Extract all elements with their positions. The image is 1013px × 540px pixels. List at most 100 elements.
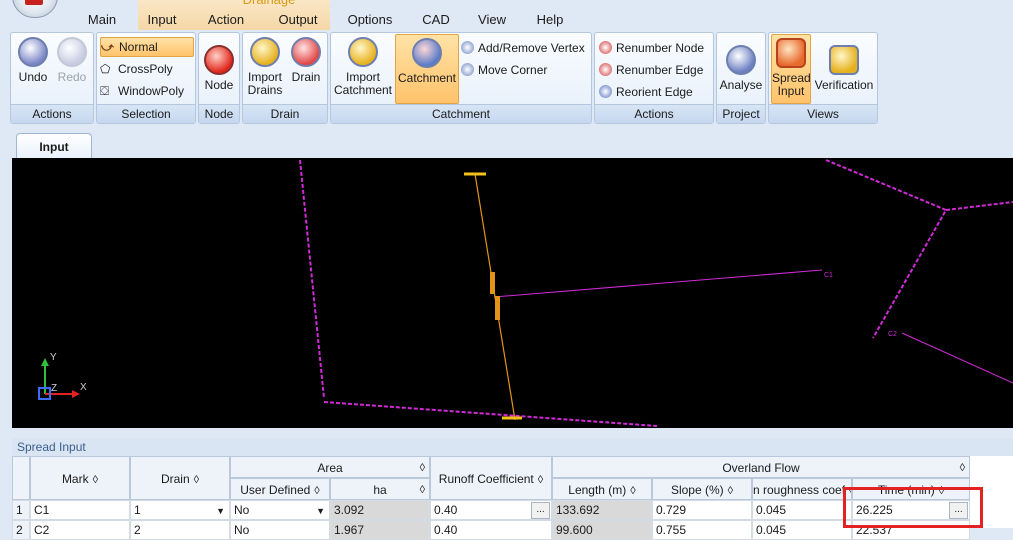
spread-input-button[interactable]: Spread Input <box>771 34 811 104</box>
group-actions-2: Renumber Node Renumber Edge Reorient Edg… <box>594 32 714 124</box>
node-button[interactable]: Node <box>201 43 237 111</box>
cell-drain[interactable]: 1 ▼ <box>130 500 230 520</box>
renumber-node-button[interactable]: Renumber Node <box>599 39 704 57</box>
catchment-flow-line-c2 <box>901 332 1013 384</box>
group-project: Analyse Project <box>716 32 766 124</box>
tab-main[interactable]: Main <box>82 10 122 30</box>
crosspoly-icon: ⬠ <box>100 62 111 76</box>
undo-icon <box>18 37 48 67</box>
group-drain: Import Drains Drain Drain <box>242 32 328 124</box>
group-catchment-label: Catchment <box>331 104 591 123</box>
group-drain-label: Drain <box>243 104 327 123</box>
header-user-defined[interactable]: User Defined ◊ <box>230 478 330 500</box>
cell-runoff[interactable]: 0.40 <box>430 520 552 540</box>
import-drains-icon <box>250 37 280 67</box>
group-project-label: Project <box>717 104 765 123</box>
group-actions: Undo Redo Actions <box>10 32 94 124</box>
renumber-node-icon <box>599 41 612 54</box>
catchment-boundary-right <box>825 159 948 339</box>
chevron-down-icon[interactable]: ▼ <box>216 502 225 519</box>
verification-button[interactable]: Verification <box>811 43 877 111</box>
import-catchment-button[interactable]: Import Catchment <box>333 35 393 103</box>
svg-text:Z: Z <box>51 383 57 394</box>
cell-runoff[interactable]: 0.40... <box>430 500 552 520</box>
analyse-button[interactable]: Analyse <box>719 43 763 111</box>
catchment-boundary-left <box>299 159 325 399</box>
catchment-boundaries <box>299 159 1013 427</box>
tab-cad[interactable]: CAD <box>418 10 454 30</box>
group-actions2-label: Actions <box>595 104 713 123</box>
group-views-label: Views <box>769 104 877 123</box>
app-menu-button[interactable] <box>12 0 58 18</box>
cell-drain[interactable]: 2 <box>130 520 230 540</box>
chevron-down-icon[interactable]: ▼ <box>316 502 325 519</box>
catchment-icon <box>412 38 442 68</box>
ribbon: Undo Redo Actions ⤻ Normal ⬠ CrossPoly ⛋ Wi… <box>10 32 879 124</box>
sort-icon: ◊ <box>92 474 99 486</box>
renumber-edge-button[interactable]: Renumber Edge <box>599 61 703 79</box>
tab-options[interactable]: Options <box>340 10 400 30</box>
undo-button[interactable]: Undo <box>14 35 52 103</box>
ellipsis-button[interactable]: ... <box>531 502 550 519</box>
move-corner-button[interactable]: Move Corner <box>461 61 547 79</box>
cell-n-roughness[interactable]: 0.045 <box>752 500 852 520</box>
tab-input-view[interactable]: Input <box>16 133 92 160</box>
sort-icon: ◊ <box>630 485 636 497</box>
tab-action[interactable]: Action <box>202 10 250 30</box>
tab-input[interactable]: Input <box>140 10 184 30</box>
cell-user-defined[interactable]: No ▼ <box>230 500 330 520</box>
cell-slope[interactable]: 0.729 <box>652 500 752 520</box>
normal-button[interactable]: ⤻ Normal <box>100 37 194 57</box>
drain-icon <box>291 37 321 67</box>
catchment-boundary-top-right <box>945 201 1013 211</box>
svg-text:Y: Y <box>50 352 57 363</box>
header-area[interactable]: Area ◊ <box>230 456 430 478</box>
windowpoly-button[interactable]: ⛋ WindowPoly <box>100 82 192 100</box>
cad-canvas[interactable]: C1 C2 Y Z X <box>12 158 1013 428</box>
header-runoff-coefficient[interactable]: Runoff Coefficient ◊ <box>430 456 552 500</box>
add-remove-vertex-button[interactable]: Add/Remove Vertex <box>461 39 585 57</box>
sort-icon: ◊ <box>959 462 965 474</box>
group-views: Spread Input Verification Views <box>768 32 878 124</box>
catchment-label-c2: C2 <box>888 331 897 338</box>
header-slope[interactable]: Slope (%) ◊ <box>652 478 752 500</box>
catchment-boundary-bottom <box>323 401 658 427</box>
cell-ha: 3.092 <box>330 500 430 520</box>
cell-mark[interactable]: C1 <box>30 500 130 520</box>
catchment-button[interactable]: Catchment <box>395 34 459 104</box>
highlight-box <box>843 487 983 528</box>
reorient-edge-button[interactable]: Reorient Edge <box>599 83 693 101</box>
cell-n-roughness[interactable]: 0.045 <box>752 520 852 540</box>
import-drains-button[interactable]: Import Drains <box>245 35 285 103</box>
sort-icon: ◊ <box>419 462 425 474</box>
crosspoly-button[interactable]: ⬠ CrossPoly <box>100 60 192 78</box>
drain-node-marker-2 <box>495 296 500 320</box>
cell-ha: 1.967 <box>330 520 430 540</box>
windowpoly-icon: ⛋ <box>100 84 110 98</box>
header-n-roughness[interactable]: n roughness coef◊ <box>752 478 852 500</box>
cell-slope[interactable]: 0.755 <box>652 520 752 540</box>
contextual-tab-label: Drainage <box>208 0 330 10</box>
sort-icon: ◊ <box>193 474 200 486</box>
app-logo-icon <box>25 0 43 5</box>
cell-mark[interactable]: C2 <box>30 520 130 540</box>
tab-help[interactable]: Help <box>530 10 570 30</box>
header-length[interactable]: Length (m) ◊ <box>552 478 652 500</box>
redo-button[interactable]: Redo <box>53 35 91 103</box>
renumber-edge-icon <box>599 63 612 76</box>
group-node: Node Node <box>198 32 240 124</box>
header-ha[interactable]: ha ◊ <box>330 478 430 500</box>
cell-length: 133.692 <box>552 500 652 520</box>
group-catchment: Import Catchment Catchment Add/Remove Ve… <box>330 32 592 124</box>
add-remove-vertex-icon <box>461 41 474 54</box>
header-drain[interactable]: Drain ◊ <box>130 456 230 500</box>
tab-output[interactable]: Output <box>270 10 326 30</box>
cell-user-defined[interactable]: No <box>230 520 330 540</box>
header-mark[interactable]: Mark ◊ <box>30 456 130 500</box>
analyse-icon <box>726 45 756 75</box>
header-overland-flow[interactable]: Overland Flow ◊ <box>552 456 970 478</box>
tab-view[interactable]: View <box>472 10 512 30</box>
verification-icon <box>829 45 859 75</box>
sort-icon: ◊ <box>537 474 544 486</box>
drain-button[interactable]: Drain <box>287 35 325 103</box>
